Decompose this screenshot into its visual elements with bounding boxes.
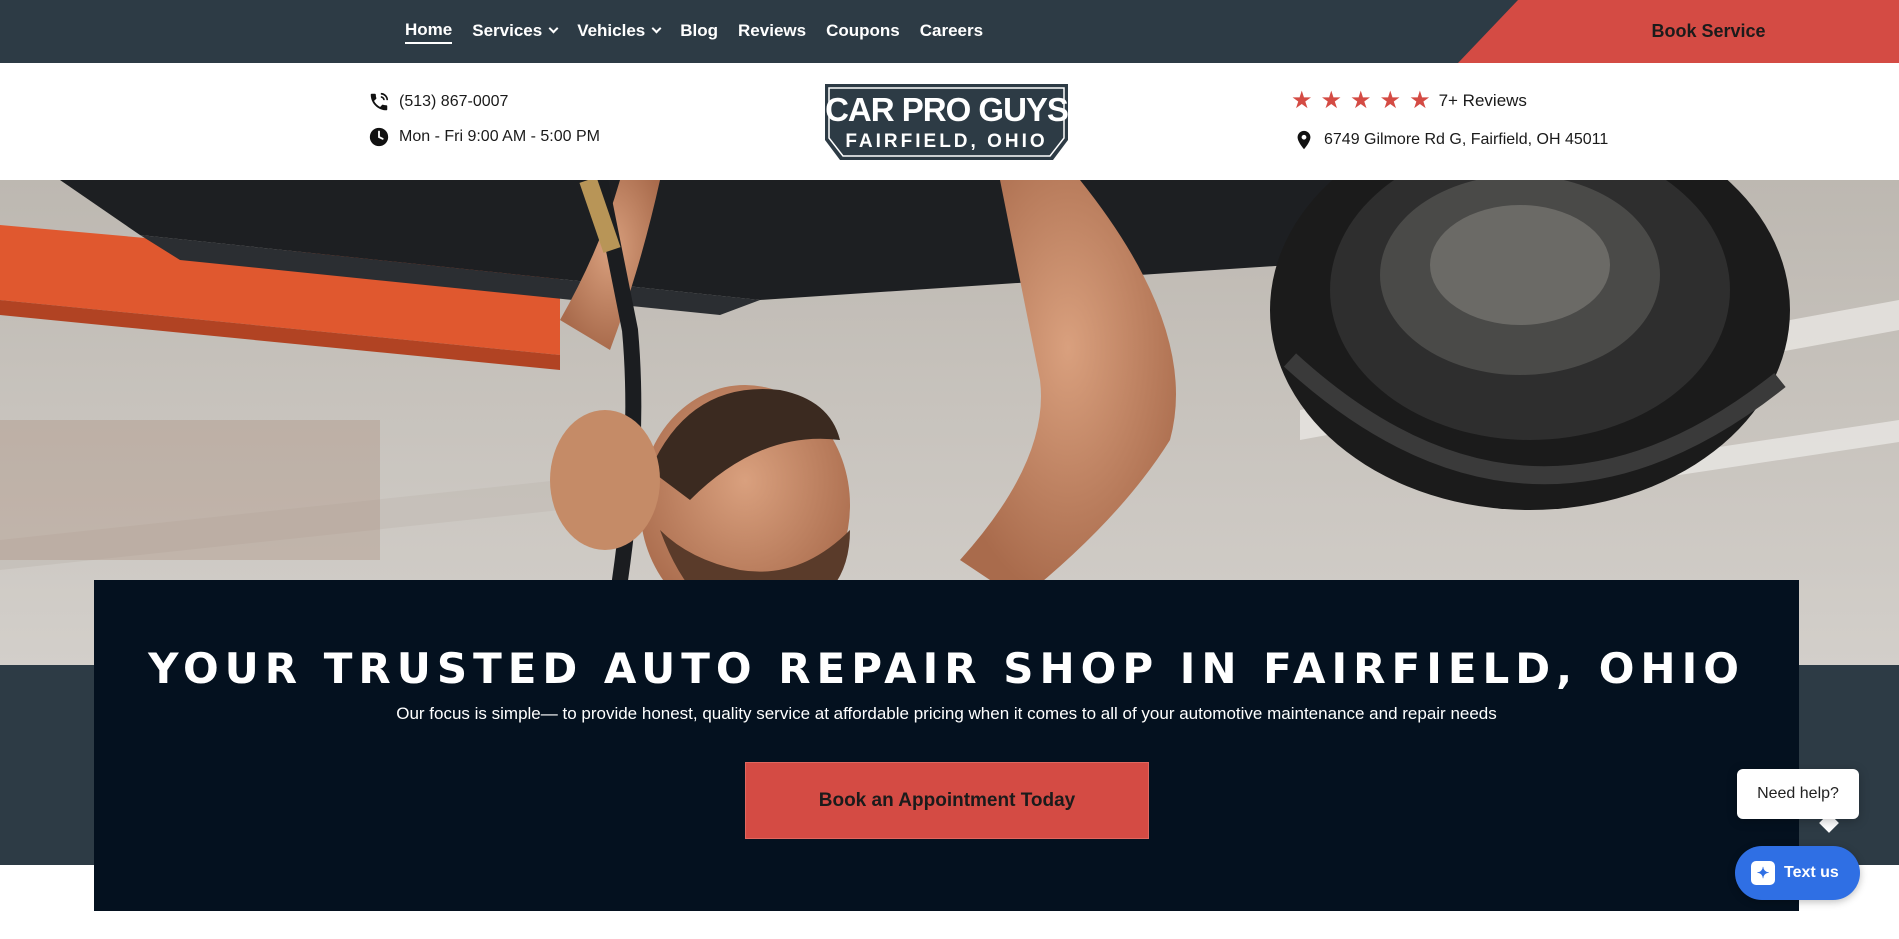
- need-help-bubble[interactable]: Need help?: [1737, 769, 1859, 819]
- page: Home Services Vehicles Blog Reviews Coup…: [0, 0, 1899, 939]
- nav-item-label: Coupons: [826, 20, 900, 40]
- nav-item-careers[interactable]: Careers: [920, 21, 983, 43]
- nav-item-label: Vehicles: [577, 20, 646, 40]
- reviews-rating[interactable]: ★ ★ ★ ★ ★ 7+ Reviews: [1291, 89, 1527, 113]
- phone-link[interactable]: (513) 867-0007: [368, 91, 508, 113]
- nav-item-blog[interactable]: Blog: [680, 21, 718, 43]
- map-pin-icon: [1297, 130, 1311, 150]
- phone-icon: [370, 92, 389, 111]
- hero-card: YOUR TRUSTED AUTO REPAIR SHOP IN FAIRFIE…: [94, 580, 1799, 911]
- hero-subtitle: Our focus is simple— to provide honest, …: [396, 704, 1497, 723]
- nav-item-label: Services: [472, 20, 543, 40]
- nav-item-coupons[interactable]: Coupons: [826, 21, 900, 43]
- nav-item-label: Reviews: [738, 20, 807, 40]
- nav-item-label: Blog: [680, 20, 719, 40]
- top-navigation: Home Services Vehicles Blog Reviews Coup…: [0, 0, 1899, 63]
- star-icon: ★: [1350, 87, 1372, 114]
- logo[interactable]: CAR PRO GUYS FAIRFIELD, OHIO: [825, 84, 1068, 160]
- clock-icon: [369, 127, 389, 147]
- hero-title: YOUR TRUSTED AUTO REPAIR SHOP IN FAIRFIE…: [148, 644, 1745, 693]
- logo-line-2: FAIRFIELD, OHIO: [845, 131, 1047, 152]
- nav-item-services[interactable]: Services: [472, 20, 559, 43]
- nav-item-home[interactable]: Home: [405, 19, 453, 44]
- nav-links: Home Services Vehicles Blog Reviews Coup…: [405, 0, 983, 63]
- need-help-text: Need help?: [1757, 785, 1839, 802]
- logo-line-1: CAR PRO GUYS: [825, 91, 1068, 128]
- chevron-down-icon: [651, 23, 662, 33]
- star-icon: ★: [1379, 87, 1402, 114]
- book-service-button[interactable]: Book Service: [1458, 0, 1899, 63]
- text-us-label: Text us: [1784, 864, 1839, 881]
- star-icon: ★: [1291, 87, 1313, 114]
- chat-icon: ✦: [1751, 861, 1775, 885]
- hours-text: Mon - Fri 9:00 AM - 5:00 PM: [399, 128, 600, 145]
- nav-item-label: Careers: [919, 20, 984, 40]
- star-icon: ★: [1320, 87, 1343, 114]
- phone-number: (513) 867-0007: [399, 93, 509, 110]
- nav-item-label: Home: [405, 19, 453, 39]
- business-hours: Mon - Fri 9:00 AM - 5:00 PM: [368, 126, 600, 148]
- reviews-count: 7+ Reviews: [1438, 91, 1527, 110]
- nav-item-reviews[interactable]: Reviews: [738, 21, 806, 43]
- chevron-down-icon: [548, 23, 559, 33]
- info-bar: (513) 867-0007 Mon - Fri 9:00 AM - 5:00 …: [0, 63, 1899, 180]
- text-us-button[interactable]: ✦ Text us: [1735, 846, 1860, 900]
- address-link[interactable]: 6749 Gilmore Rd G, Fairfield, OH 45011: [1293, 129, 1608, 151]
- nav-item-vehicles[interactable]: Vehicles: [577, 20, 662, 43]
- address-text: 6749 Gilmore Rd G, Fairfield, OH 45011: [1324, 131, 1609, 148]
- star-icon: ★: [1409, 87, 1431, 114]
- book-appointment-button[interactable]: Book an Appointment Today: [745, 762, 1149, 839]
